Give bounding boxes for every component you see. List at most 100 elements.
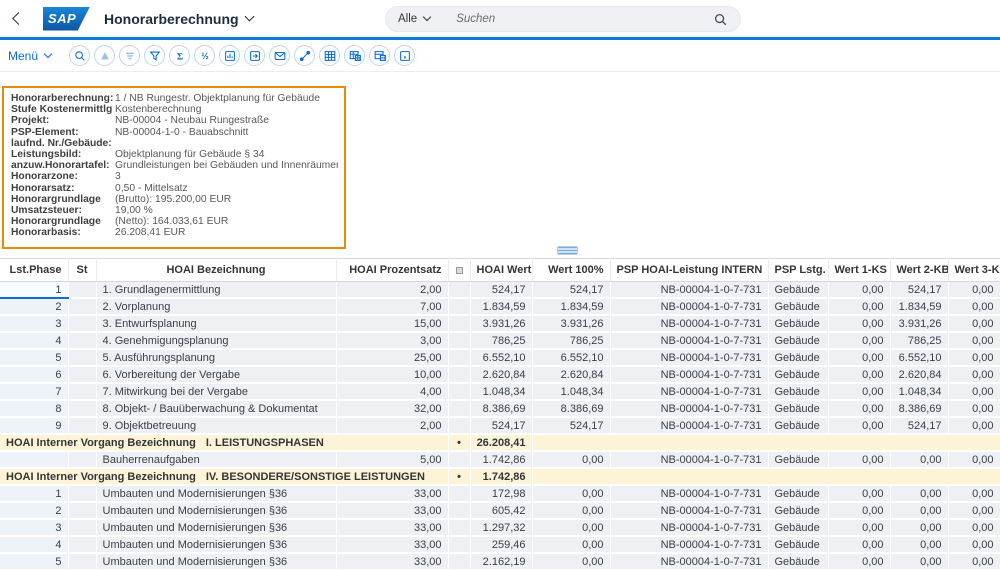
cell-st[interactable] (68, 383, 96, 400)
cell-st[interactable] (68, 366, 96, 383)
email-icon[interactable] (269, 45, 290, 66)
cell-ic[interactable] (448, 519, 470, 536)
cell-w2[interactable]: 1.048,34 (890, 383, 948, 400)
cell-wert[interactable]: 1.048,34 (470, 383, 532, 400)
cell-phase[interactable]: 5 (0, 553, 68, 570)
cell-lstg[interactable]: Gebäude (768, 315, 828, 332)
cell-st[interactable] (68, 536, 96, 553)
cell-bez[interactable]: Umbauten und Modernisierungen §36 (96, 519, 336, 536)
cell-wert100[interactable]: 8.386,69 (532, 400, 610, 417)
cell-wert100[interactable]: 786,25 (532, 332, 610, 349)
grid-icon[interactable] (319, 45, 340, 66)
cell-st[interactable] (68, 417, 96, 434)
cell-ic[interactable] (448, 349, 470, 366)
cell-lstg[interactable]: Gebäude (768, 298, 828, 315)
cell-bez[interactable]: 8. Objekt- / Bauüberwachung & Dokumentat (96, 400, 336, 417)
cell-bez[interactable]: Umbauten und Modernisierungen §36 (96, 553, 336, 570)
cell-wert[interactable]: 524,17 (470, 417, 532, 434)
cell-lstg[interactable]: Gebäude (768, 366, 828, 383)
cell-w3[interactable]: 0,00 (948, 366, 1000, 383)
group-label-cell[interactable]: HOAI Interner Vorgang BezeichnungI. LEIS… (0, 434, 448, 451)
cell-st[interactable] (68, 298, 96, 315)
cell-wert100[interactable]: 0,00 (532, 485, 610, 502)
cell-psp[interactable]: NB-00004-1-0-7-731 (610, 315, 768, 332)
cell-st[interactable] (68, 315, 96, 332)
cell-proz[interactable]: 5,00 (336, 451, 448, 468)
cell-lstg[interactable]: Gebäude (768, 349, 828, 366)
cell-psp[interactable]: NB-00004-1-0-7-731 (610, 349, 768, 366)
cell-proz[interactable]: 33,00 (336, 553, 448, 570)
cell-ic[interactable] (448, 332, 470, 349)
cell-wert100[interactable]: 0,00 (532, 451, 610, 468)
search-icon[interactable] (713, 12, 728, 27)
cell-psp[interactable]: NB-00004-1-0-7-731 (610, 451, 768, 468)
column-header-w1[interactable]: Wert 1-KS (828, 259, 890, 282)
cell-w1[interactable]: 0,00 (828, 485, 890, 502)
cell-w3[interactable]: 0,00 (948, 383, 1000, 400)
cell-wert[interactable]: 2.162,19 (470, 553, 532, 570)
cell-wert[interactable]: 172,98 (470, 485, 532, 502)
cell-w2[interactable]: 786,25 (890, 332, 948, 349)
cell-wert[interactable]: 3.931,26 (470, 315, 532, 332)
column-header-w2[interactable]: Wert 2-KB (890, 259, 948, 282)
chart-icon[interactable] (219, 45, 240, 66)
cell-proz[interactable]: 15,00 (336, 315, 448, 332)
cell-phase[interactable]: 4 (0, 332, 68, 349)
cell-lstg[interactable]: Gebäude (768, 417, 828, 434)
cell-proz[interactable]: 32,00 (336, 400, 448, 417)
cell-psp[interactable]: NB-00004-1-0-7-731 (610, 536, 768, 553)
cell-w3[interactable]: 0,00 (948, 332, 1000, 349)
cell-phase[interactable] (0, 451, 68, 468)
cell-ic[interactable] (448, 383, 470, 400)
cell-lstg[interactable]: Gebäude (768, 383, 828, 400)
grid-select-icon[interactable] (344, 45, 365, 66)
cell-proz[interactable]: 25,00 (336, 349, 448, 366)
cell-phase[interactable]: 2 (0, 502, 68, 519)
sum-icon[interactable]: Σ (169, 45, 190, 66)
cell-w1[interactable]: 0,00 (828, 536, 890, 553)
cell-st[interactable] (68, 349, 96, 366)
cell-ic[interactable] (448, 366, 470, 383)
cell-wert100[interactable]: 0,00 (532, 553, 610, 570)
cell-bez[interactable]: 2. Vorplanung (96, 298, 336, 315)
cell-wert[interactable]: 1.297,32 (470, 519, 532, 536)
info-icon[interactable] (394, 45, 415, 66)
cell-w3[interactable]: 0,00 (948, 502, 1000, 519)
filter-icon[interactable] (144, 45, 165, 66)
sort-ascending-icon[interactable] (94, 45, 115, 66)
column-resize-handle[interactable] (557, 246, 578, 255)
cell-w1[interactable]: 0,00 (828, 451, 890, 468)
cell-phase[interactable]: 1 (0, 282, 68, 299)
group-label-cell[interactable]: HOAI Interner Vorgang BezeichnungIV. BES… (0, 468, 448, 485)
cell-wert100[interactable]: 524,17 (532, 417, 610, 434)
cell-psp[interactable]: NB-00004-1-0-7-731 (610, 519, 768, 536)
cell-w1[interactable]: 0,00 (828, 366, 890, 383)
cell-st[interactable] (68, 400, 96, 417)
cell-w3[interactable]: 0,00 (948, 553, 1000, 570)
cell-lstg[interactable]: Gebäude (768, 536, 828, 553)
cell-wert100[interactable]: 0,00 (532, 536, 610, 553)
sort-descending-icon[interactable] (119, 45, 140, 66)
cell-w2[interactable]: 0,00 (890, 553, 948, 570)
cell-bez[interactable]: 5. Ausführungsplanung (96, 349, 336, 366)
cell-ic[interactable] (448, 485, 470, 502)
column-header-wert[interactable]: HOAI Wert (470, 259, 532, 282)
cell-proz[interactable]: 33,00 (336, 502, 448, 519)
cell-psp[interactable]: NB-00004-1-0-7-731 (610, 298, 768, 315)
cell-wert[interactable]: 786,25 (470, 332, 532, 349)
grid-views-icon[interactable] (369, 45, 390, 66)
column-header-ic[interactable] (448, 259, 470, 282)
cell-proz[interactable]: 33,00 (336, 519, 448, 536)
cell-lstg[interactable]: Gebäude (768, 485, 828, 502)
cell-proz[interactable]: 33,00 (336, 536, 448, 553)
cell-bez[interactable]: Umbauten und Modernisierungen §36 (96, 485, 336, 502)
cell-bez[interactable]: Umbauten und Modernisierungen §36 (96, 502, 336, 519)
cell-wert100[interactable]: 1.834,59 (532, 298, 610, 315)
cell-w2[interactable]: 1.834,59 (890, 298, 948, 315)
cell-ic[interactable] (448, 536, 470, 553)
cell-ic[interactable] (448, 298, 470, 315)
cell-w3[interactable]: 0,00 (948, 519, 1000, 536)
cell-phase[interactable]: 9 (0, 417, 68, 434)
cell-st[interactable] (68, 553, 96, 570)
cell-phase[interactable]: 2 (0, 298, 68, 315)
